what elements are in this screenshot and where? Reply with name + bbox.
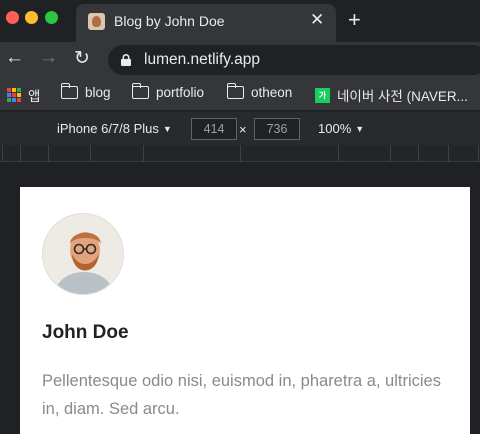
bookmark-label: 네이버 사전 (NAVER... bbox=[337, 89, 468, 104]
folder-icon bbox=[131, 83, 149, 99]
zoom-select[interactable]: 100% ▼ bbox=[318, 121, 364, 136]
dimension-separator: × bbox=[239, 122, 247, 137]
close-window-button[interactable] bbox=[6, 11, 19, 24]
favicon-icon bbox=[88, 13, 105, 30]
width-input[interactable]: 414 bbox=[191, 118, 237, 140]
bookmark-label: 앱 bbox=[28, 89, 41, 104]
caret-down-icon: ▼ bbox=[355, 124, 365, 134]
maximize-window-button[interactable] bbox=[45, 11, 58, 24]
arrow-right-icon[interactable]: → bbox=[39, 47, 58, 69]
device-select[interactable]: iPhone 6/7/8 Plus ▼ bbox=[57, 121, 172, 136]
reload-icon[interactable]: ↻ bbox=[74, 47, 90, 70]
device-label: iPhone 6/7/8 Plus bbox=[57, 121, 159, 136]
media-query-ruler bbox=[0, 145, 480, 162]
plus-icon[interactable]: + bbox=[348, 7, 361, 33]
bookmark-apps[interactable]: 앱 bbox=[7, 85, 40, 105]
lock-icon bbox=[121, 54, 131, 66]
arrow-left-icon[interactable]: ← bbox=[5, 47, 24, 69]
avatar-image bbox=[43, 214, 123, 294]
bookmark-blog[interactable]: blog bbox=[60, 83, 111, 100]
bookmark-portfolio[interactable]: portfolio bbox=[131, 83, 205, 100]
avatar[interactable] bbox=[42, 213, 124, 295]
bookmark-label: blog bbox=[85, 85, 111, 100]
tab-title: Blog by John Doe bbox=[114, 13, 225, 29]
minimize-window-button[interactable] bbox=[25, 11, 38, 24]
naver-dictionary-icon: 가 bbox=[315, 87, 330, 103]
address-toolbar: ← → ↻ lumen.netlify.app bbox=[0, 42, 480, 78]
close-icon[interactable]: ✕ bbox=[310, 10, 324, 30]
author-name: John Doe bbox=[42, 322, 129, 343]
url-text: lumen.netlify.app bbox=[144, 51, 261, 68]
device-toolbar: iPhone 6/7/8 Plus ▼ 414 × 736 100% ▼ bbox=[0, 112, 480, 145]
browser-tab[interactable]: Blog by John Doe ✕ bbox=[76, 4, 336, 42]
folder-icon bbox=[60, 83, 78, 99]
bookmark-otheon[interactable]: otheon bbox=[226, 83, 293, 100]
bookmark-naver-dictionary[interactable]: 가 네이버 사전 (NAVER... bbox=[315, 85, 468, 105]
emulated-page: John Doe Pellentesque odio nisi, euismod… bbox=[20, 187, 470, 434]
caret-down-icon: ▼ bbox=[162, 124, 172, 134]
apps-grid-icon bbox=[7, 88, 21, 102]
author-bio: Pellentesque odio nisi, euismod in, phar… bbox=[42, 372, 441, 418]
zoom-label: 100% bbox=[318, 121, 352, 136]
tab-strip: Blog by John Doe ✕ + bbox=[0, 0, 480, 42]
bookmark-label: portfolio bbox=[156, 85, 205, 100]
bookmark-label: otheon bbox=[251, 85, 293, 100]
bookmarks-bar: 앱 blog portfolio otheon 가 네이버 사전 (NAVER.… bbox=[0, 78, 480, 111]
address-bar[interactable]: lumen.netlify.app bbox=[108, 45, 480, 75]
folder-icon bbox=[226, 83, 244, 99]
height-input[interactable]: 736 bbox=[254, 118, 300, 140]
